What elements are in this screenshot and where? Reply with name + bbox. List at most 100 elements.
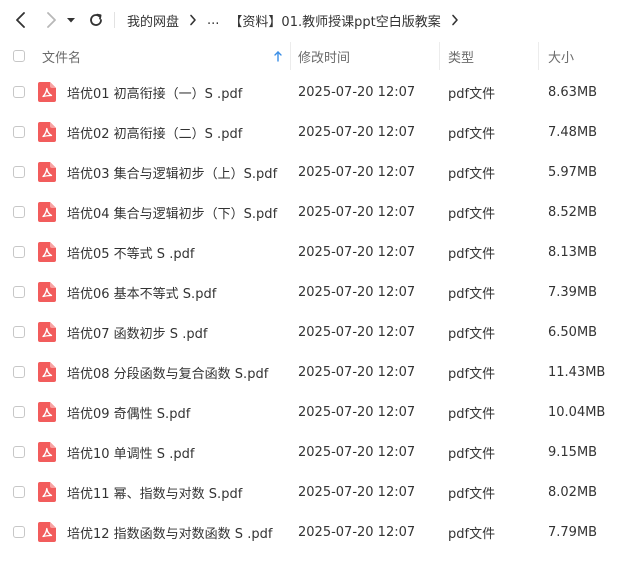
column-divider[interactable] [439,42,440,70]
row-checkbox[interactable] [13,326,25,338]
breadcrumb-ellipsis[interactable]: ... [207,13,219,28]
forward-button[interactable] [40,9,62,31]
file-modified-time: 2025-07-20 12:07 [298,484,416,500]
refresh-button[interactable] [85,9,107,31]
row-checkbox[interactable] [13,526,25,538]
column-divider[interactable] [538,42,539,70]
pdf-file-icon [38,82,56,102]
pdf-file-icon [38,522,56,542]
file-name[interactable]: 培优08 分段函数与复合函数 S.pdf [67,352,268,392]
file-type: pdf文件 [448,206,496,222]
file-name[interactable]: 培优06 基本不等式 S.pdf [67,272,216,312]
pdf-file-icon [38,402,56,422]
file-row[interactable]: 培优10 单调性 S .pdf 2025-07-20 12:07 pdf文件 9… [0,432,624,472]
file-size: 9.15MB [548,444,598,460]
file-name[interactable]: 培优03 集合与逻辑初步（上）S.pdf [67,152,277,192]
file-modified-time: 2025-07-20 12:07 [298,84,416,100]
chevron-left-icon [16,12,25,28]
row-checkbox[interactable] [13,406,25,418]
history-dropdown-button[interactable] [64,9,78,31]
file-row[interactable]: 培优07 函数初步 S .pdf 2025-07-20 12:07 pdf文件 … [0,312,624,352]
select-all-checkbox[interactable] [13,50,25,62]
row-checkbox[interactable] [13,446,25,458]
file-row[interactable]: 培优03 集合与逻辑初步（上）S.pdf 2025-07-20 12:07 pd… [0,152,624,192]
column-header-modified[interactable]: 修改时间 [298,40,350,72]
sort-ascending-icon[interactable] [274,40,282,72]
file-row[interactable]: 培优12 指数函数与对数函数 S .pdf 2025-07-20 12:07 p… [0,512,624,552]
pdf-file-icon [38,482,56,502]
file-size: 5.97MB [548,164,598,180]
pdf-file-icon [38,202,56,222]
file-modified-time: 2025-07-20 12:07 [298,204,416,220]
breadcrumb-separator-icon [189,14,197,26]
file-modified-time: 2025-07-20 12:07 [298,364,416,380]
breadcrumb-separator-icon [451,14,459,26]
file-size: 7.48MB [548,124,598,140]
file-modified-time: 2025-07-20 12:07 [298,284,416,300]
breadcrumb-current[interactable]: 【资料】01.教师授课ppt空白版教案 [229,11,440,30]
file-type: pdf文件 [448,366,496,382]
row-checkbox[interactable] [13,126,25,138]
row-checkbox[interactable] [13,86,25,98]
file-row[interactable]: 培优01 初高衔接（一）S .pdf 2025-07-20 12:07 pdf文… [0,72,624,112]
file-type: pdf文件 [448,486,496,502]
breadcrumb-root[interactable]: 我的网盘 [127,11,179,30]
file-row[interactable]: 培优05 不等式 S .pdf 2025-07-20 12:07 pdf文件 8… [0,232,624,272]
file-row[interactable]: 培优04 集合与逻辑初步（下）S.pdf 2025-07-20 12:07 pd… [0,192,624,232]
file-name[interactable]: 培优12 指数函数与对数函数 S .pdf [67,512,272,552]
row-checkbox[interactable] [13,366,25,378]
file-size: 7.79MB [548,524,598,540]
file-size: 6.50MB [548,324,598,340]
file-name[interactable]: 培优04 集合与逻辑初步（下）S.pdf [67,192,277,232]
pdf-file-icon [38,362,56,382]
file-modified-time: 2025-07-20 12:07 [298,324,416,340]
file-size: 8.02MB [548,484,598,500]
pdf-file-icon [38,242,56,262]
file-type: pdf文件 [448,326,496,342]
file-size: 8.63MB [548,84,598,100]
pdf-file-icon [38,282,56,302]
file-row[interactable]: 培优11 幂、指数与对数 S.pdf 2025-07-20 12:07 pdf文… [0,472,624,512]
file-row[interactable]: 培优09 奇偶性 S.pdf 2025-07-20 12:07 pdf文件 10… [0,392,624,432]
row-checkbox[interactable] [13,206,25,218]
file-type: pdf文件 [448,86,496,102]
file-type: pdf文件 [448,406,496,422]
file-type: pdf文件 [448,166,496,182]
file-type: pdf文件 [448,446,496,462]
file-name[interactable]: 培优10 单调性 S .pdf [67,432,194,472]
column-header-type[interactable]: 类型 [448,40,474,72]
file-name[interactable]: 培优09 奇偶性 S.pdf [67,392,190,432]
column-header-name[interactable]: 文件名 [42,40,81,72]
top-bar: 我的网盘 ... 【资料】01.教师授课ppt空白版教案 [0,0,624,40]
file-row[interactable]: 培优06 基本不等式 S.pdf 2025-07-20 12:07 pdf文件 … [0,272,624,312]
breadcrumb: 我的网盘 ... 【资料】01.教师授课ppt空白版教案 [127,0,469,40]
row-checkbox[interactable] [13,166,25,178]
caret-down-icon [67,18,75,23]
pdf-file-icon [38,322,56,342]
file-name[interactable]: 培优11 幂、指数与对数 S.pdf [67,472,242,512]
file-modified-time: 2025-07-20 12:07 [298,164,416,180]
row-checkbox[interactable] [13,246,25,258]
back-button[interactable] [10,9,32,31]
file-row[interactable]: 培优08 分段函数与复合函数 S.pdf 2025-07-20 12:07 pd… [0,352,624,392]
file-list-header: 文件名 修改时间 类型 大小 [0,40,624,72]
pdf-file-icon [38,162,56,182]
file-modified-time: 2025-07-20 12:07 [298,524,416,540]
pdf-file-icon [38,122,56,142]
file-name[interactable]: 培优02 初高衔接（二）S .pdf [67,112,242,152]
file-size: 11.43MB [548,364,606,380]
file-name[interactable]: 培优05 不等式 S .pdf [67,232,194,272]
row-checkbox[interactable] [13,286,25,298]
file-name[interactable]: 培优07 函数初步 S .pdf [67,312,207,352]
file-size: 8.13MB [548,244,598,260]
file-type: pdf文件 [448,246,496,262]
file-type: pdf文件 [448,526,496,542]
column-header-size[interactable]: 大小 [548,40,574,72]
toolbar-divider [114,12,115,28]
file-name[interactable]: 培优01 初高衔接（一）S .pdf [67,72,242,112]
file-size: 10.04MB [548,404,606,420]
refresh-icon [90,13,102,26]
file-row[interactable]: 培优02 初高衔接（二）S .pdf 2025-07-20 12:07 pdf文… [0,112,624,152]
column-divider[interactable] [290,42,291,70]
row-checkbox[interactable] [13,486,25,498]
